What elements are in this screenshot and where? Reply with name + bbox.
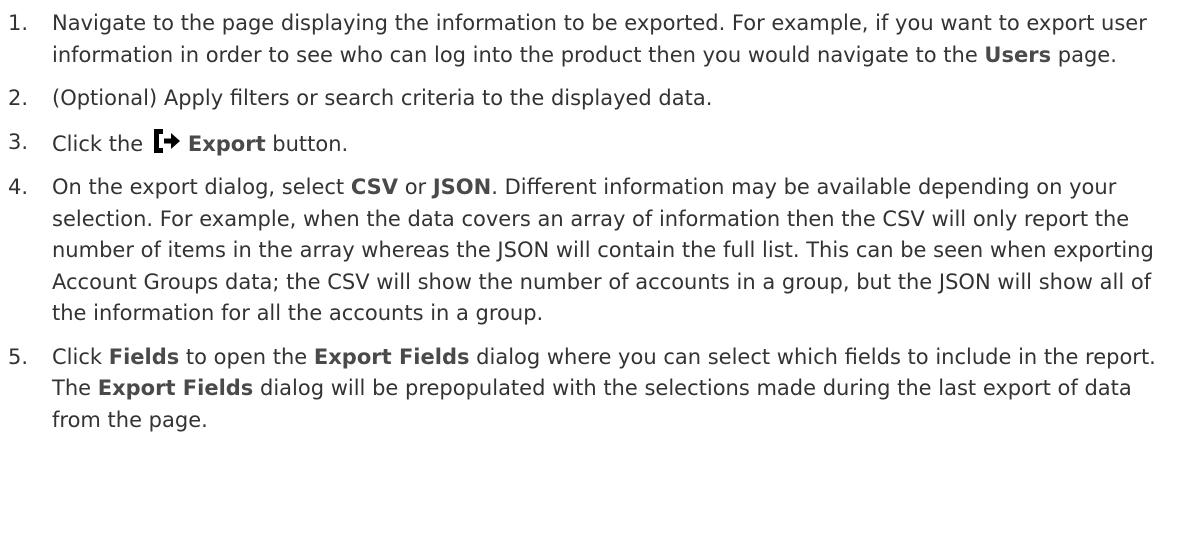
step-text-run: On the export dialog, select: [52, 175, 351, 199]
step-number: 4.: [8, 175, 29, 199]
csv-option-term: CSV: [350, 175, 399, 199]
step-text: Navigate to the page displaying the info…: [52, 8, 1191, 71]
numbered-steps-list: 1. Navigate to the page displaying the i…: [0, 8, 1191, 436]
fields-button-term: Fields: [108, 344, 180, 369]
step-text-run: page.: [1051, 42, 1117, 67]
step-text: On the export dialog, select CSV or JSON…: [52, 172, 1191, 330]
step-text-run: or: [398, 175, 433, 199]
users-page-term: Users: [984, 42, 1052, 67]
export-fields-dialog-term: Export Fields: [313, 344, 470, 369]
step-5: 5. Click Fields to open the Export Field…: [0, 342, 1191, 437]
step-number: 5.: [8, 344, 29, 369]
step-text: (Optional) Apply filters or search crite…: [52, 83, 1191, 115]
step-text-run: to open the: [179, 344, 314, 369]
step-text-run: Click: [52, 344, 109, 369]
json-option-term: JSON: [432, 175, 492, 199]
step-2: 2. (Optional) Apply filters or search cr…: [0, 83, 1191, 115]
step-number: 3.: [8, 129, 29, 154]
step-text-run: (Optional) Apply filters or search crite…: [52, 86, 713, 110]
export-icon: [152, 127, 182, 155]
step-text: Click Fields to open the Export Fields d…: [52, 342, 1191, 437]
document-page: 1. Navigate to the page displaying the i…: [0, 0, 1191, 551]
export-fields-dialog-term: Export Fields: [97, 376, 254, 400]
step-4: 4. On the export dialog, select CSV or J…: [0, 172, 1191, 330]
step-text-run: Navigate to the page displaying the info…: [52, 11, 1147, 67]
step-3: 3. Click the Export button.: [0, 127, 1191, 161]
step-number: 1.: [8, 11, 29, 35]
export-button-term: Export: [187, 131, 266, 156]
step-text: Click the Export button.: [52, 127, 1191, 161]
step-text-run: Click the: [52, 131, 150, 156]
step-1: 1. Navigate to the page displaying the i…: [0, 8, 1191, 71]
step-text-run: button.: [265, 131, 349, 156]
step-number: 2.: [8, 86, 29, 110]
